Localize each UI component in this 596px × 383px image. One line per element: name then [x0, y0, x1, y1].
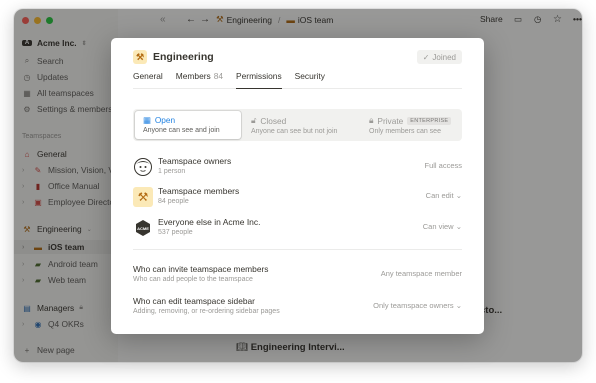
building-icon: ▦	[143, 115, 151, 125]
modal-title: Engineering	[153, 51, 214, 63]
tab-label: Members	[175, 71, 211, 81]
hammer-icon: ⚒	[133, 187, 153, 207]
setting-name: Who can edit teamspace sidebar	[133, 296, 255, 306]
tab-permissions[interactable]: Permissions	[236, 71, 282, 89]
permission-level: Can edit	[425, 191, 454, 200]
permission-count: 84 people	[158, 198, 189, 205]
visibility-option-private[interactable]: 🔒︎ Private ENTERPRISE Only members can see	[361, 111, 461, 139]
setting-description: Adding, removing, or re-ordering sidebar…	[133, 308, 280, 315]
section-divider	[133, 249, 462, 250]
setting-value: Any teamspace member	[380, 269, 462, 278]
setting-name: Who can invite teamspace members	[133, 264, 269, 274]
permission-level-dropdown[interactable]: Can edit ⌄	[426, 191, 462, 200]
setting-row-invite: Who can invite teamspace members Who can…	[133, 264, 462, 288]
joined-label: Joined	[432, 52, 456, 62]
visibility-option-open[interactable]: ▦ Open Anyone can see and join	[135, 111, 241, 139]
chevron-down-icon: ⌄	[455, 301, 462, 310]
setting-row-edit-sidebar: Who can edit teamspace sidebar Adding, r…	[133, 296, 462, 320]
setting-value: Only teamspace owners	[373, 301, 454, 310]
setting-value-dropdown[interactable]: Any teamspace member	[381, 269, 462, 278]
permission-count: 1 person	[158, 168, 186, 175]
svg-text:ACME: ACME	[137, 226, 149, 231]
permission-name: Teamspace members	[158, 186, 240, 196]
option-title: Closed	[260, 115, 287, 126]
setting-value-dropdown[interactable]: Only teamspace owners ⌄	[373, 301, 462, 310]
permission-row-members: ⚒ Teamspace members 84 people Can edit ⌄	[133, 184, 462, 210]
option-description: Anyone can see but not join	[251, 128, 338, 135]
modal-header: ⚒ Engineering	[133, 50, 214, 64]
tab-label: Security	[294, 71, 325, 81]
permission-name: Teamspace owners	[158, 156, 232, 166]
hammer-icon: ⚒	[133, 50, 147, 64]
teamspace-settings-modal: ⚒ Engineering ✓ Joined General Members 84…	[111, 38, 484, 334]
visibility-selector: ▦ Open Anyone can see and join 🔓︎ Closed A…	[133, 109, 462, 141]
permission-level-dropdown[interactable]: Can view ⌄	[423, 222, 462, 231]
tab-security[interactable]: Security	[295, 71, 325, 89]
tab-count: 84	[213, 71, 224, 81]
tab-general[interactable]: General	[133, 71, 163, 89]
enterprise-badge: ENTERPRISE	[407, 116, 452, 125]
visibility-option-closed[interactable]: 🔓︎ Closed Anyone can see but not join	[243, 111, 355, 139]
permission-count: 537 people	[158, 229, 193, 236]
lock-icon: 🔒︎	[369, 115, 374, 125]
joined-button[interactable]: ✓ Joined	[416, 50, 462, 64]
option-description: Anyone can see and join	[143, 127, 220, 134]
unlock-icon: 🔓︎	[251, 115, 257, 125]
permission-level: Can view	[422, 222, 454, 231]
modal-tabs: General Members 84 Permissions Security	[133, 71, 462, 89]
chevron-down-icon: ⌄	[455, 191, 462, 200]
tab-label: General	[133, 71, 163, 81]
permission-row-everyone: ACME Everyone else in Acme Inc. 537 peop…	[133, 215, 462, 241]
tab-members[interactable]: Members 84	[176, 71, 223, 89]
setting-description: Who can add people to the teamspace	[133, 276, 253, 283]
acme-logo-icon: ACME	[133, 218, 153, 238]
chevron-down-icon: ⌄	[455, 222, 462, 231]
permission-row-owners: Teamspace owners 1 person Full access	[133, 154, 462, 180]
permission-name: Everyone else in Acme Inc.	[158, 217, 261, 227]
avatar-icon	[133, 157, 153, 177]
checkmark-icon: ✓	[422, 52, 430, 62]
option-title: Open	[154, 115, 176, 125]
permission-level: Full access	[424, 161, 462, 170]
tab-label: Permissions	[236, 71, 282, 81]
option-description: Only members can see	[369, 128, 441, 135]
option-title: Private	[377, 115, 404, 126]
